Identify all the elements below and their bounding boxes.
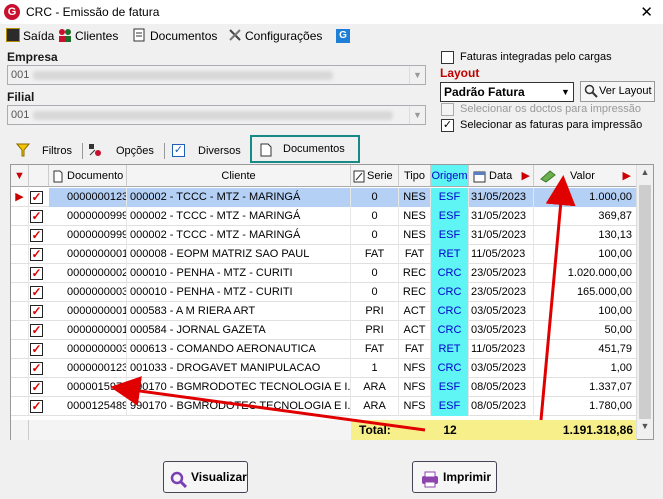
- arrow-to-document: [110, 376, 426, 432]
- magnifier-icon: [170, 469, 188, 499]
- annotation-arrows: [110, 175, 576, 432]
- visualizar-button[interactable]: Visualizar: [163, 461, 248, 493]
- imprimir-button[interactable]: Imprimir: [412, 461, 497, 493]
- arrow-to-valor: [539, 175, 576, 421]
- printer-icon: [421, 469, 439, 499]
